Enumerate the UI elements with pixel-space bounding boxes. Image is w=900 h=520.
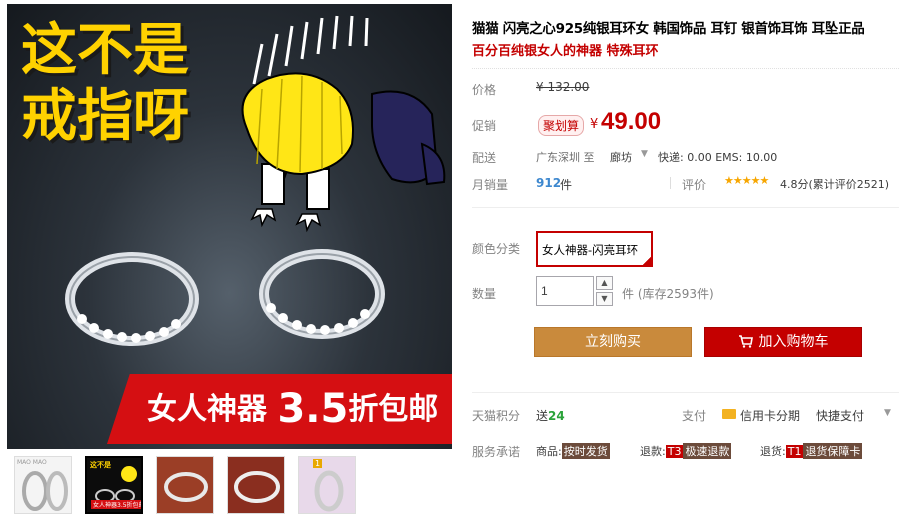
thumbnail-3[interactable]: [156, 456, 214, 514]
monthly-sales-unit: 件: [560, 178, 573, 192]
rating-label: 评价: [682, 178, 707, 192]
chevron-down-icon[interactable]: ▼: [641, 149, 648, 159]
quantity-decrease-button[interactable]: ▼: [596, 292, 613, 306]
cart-icon: [738, 335, 753, 348]
promise-refund-code: T3: [665, 445, 684, 458]
thumb-sale: 女人神器3.5折包邮: [91, 500, 141, 509]
current-price: 49.00: [601, 108, 662, 135]
service-promise-label: 服务承诺: [472, 445, 521, 459]
points-value: 送24: [536, 407, 565, 424]
monthly-sales-count: 912: [536, 176, 562, 190]
add-to-cart-button[interactable]: 加入购物车: [704, 327, 862, 357]
thumb-earring-icon: [314, 470, 344, 512]
shipping-label: 配送: [472, 151, 497, 165]
ship-from: 广东深圳 至: [536, 151, 595, 164]
thumb-earring-icon: [164, 472, 208, 502]
section-divider: [472, 392, 899, 393]
currency-symbol: ¥: [590, 117, 599, 132]
points-prefix: 送: [536, 409, 549, 423]
monthly-sales-label: 月销量: [472, 178, 509, 192]
cartoon-girl-illustration: [241, 15, 446, 233]
promise-return[interactable]: 退货: T1 退货保障卡: [760, 443, 863, 459]
promo-prefix: 女人神器: [147, 392, 278, 427]
image-headline: 这不是 戒指呀: [21, 18, 189, 150]
thumb-earring-icon: [22, 471, 68, 511]
promise-ontime[interactable]: 商品: 按时发货: [536, 443, 610, 459]
price-label: 价格: [472, 83, 497, 97]
chevron-down-icon[interactable]: ▼: [884, 408, 891, 418]
thumbnail-1[interactable]: MAO MAO: [14, 456, 72, 514]
buy-now-button[interactable]: 立刻购买: [534, 327, 692, 357]
stock-info: 件 (库存2593件): [622, 287, 714, 301]
ship-to-select[interactable]: 廊坊: [610, 149, 632, 165]
credit-installment-link[interactable]: 信用卡分期: [740, 407, 800, 424]
promise-refund[interactable]: 退款: T3 极速退款: [640, 443, 732, 459]
rating-score-link[interactable]: 4.8分(累计评价2521): [780, 176, 889, 192]
fast-pay-link[interactable]: 快捷支付: [816, 407, 864, 424]
rating-stars-icon: ★★★★★: [724, 174, 769, 187]
product-subtitle: 百分百纯银女人的神器 特殊耳环: [472, 44, 659, 59]
points-label: 天猫积分: [472, 409, 521, 423]
quantity-label: 数量: [472, 287, 497, 301]
quantity-input[interactable]: [536, 276, 594, 306]
thumbnail-strip: MAO MAO 这不是 女人神器3.5折包邮 1: [14, 456, 356, 514]
earring-right: [259, 249, 385, 339]
thumbnail-4[interactable]: [227, 456, 285, 514]
headline-line-1: 这不是: [21, 18, 189, 83]
credit-card-icon: [722, 409, 736, 419]
thumbnail-5[interactable]: 1: [298, 456, 356, 514]
promise-return-tag: 退货保障卡: [803, 443, 863, 459]
color-option-selected[interactable]: 女人神器-闪亮耳环: [536, 231, 653, 267]
selected-check-icon: [642, 256, 652, 266]
points-number: 24: [548, 409, 565, 423]
promo-number: 3.5: [277, 386, 349, 432]
original-price: ¥ 132.00: [536, 80, 590, 94]
quantity-increase-button[interactable]: ▲: [596, 276, 613, 290]
color-label: 颜色分类: [472, 242, 521, 256]
main-product-image[interactable]: 这不是 戒指呀 女人神器 3.5折包邮: [7, 4, 452, 449]
promise-ontime-label: 商品:: [536, 445, 562, 458]
thumb-earring-icon: [234, 471, 280, 503]
promise-ontime-tag: 按时发货: [561, 443, 610, 459]
promo-banner-text: 女人神器 3.5折包邮: [147, 384, 438, 432]
divider: [670, 177, 671, 189]
promise-refund-tag: 极速退款: [683, 443, 732, 459]
shipping-fee: 快递: 0.00 EMS: 10.00: [658, 151, 778, 164]
product-title: 猫猫 闪亮之心925纯银耳环女 韩国饰品 耳钉 银首饰耳饰 耳坠正品: [472, 21, 865, 37]
juhuasuan-badge[interactable]: 聚划算: [538, 115, 585, 136]
color-option-label: 女人神器-闪亮耳环: [542, 243, 639, 257]
promise-return-code: T1: [785, 445, 804, 458]
add-to-cart-label: 加入购物车: [758, 334, 829, 350]
promo-suffix: 折包邮: [348, 392, 439, 427]
headline-line-2: 戒指呀: [21, 84, 189, 149]
promise-refund-label: 退款:: [640, 445, 666, 458]
thumbnail-2[interactable]: 这不是 女人神器3.5折包邮: [85, 456, 143, 514]
earring-left: [65, 252, 199, 346]
payment-label: 支付: [682, 409, 707, 423]
promise-return-label: 退货:: [760, 445, 786, 458]
promo-label: 促销: [472, 119, 497, 133]
